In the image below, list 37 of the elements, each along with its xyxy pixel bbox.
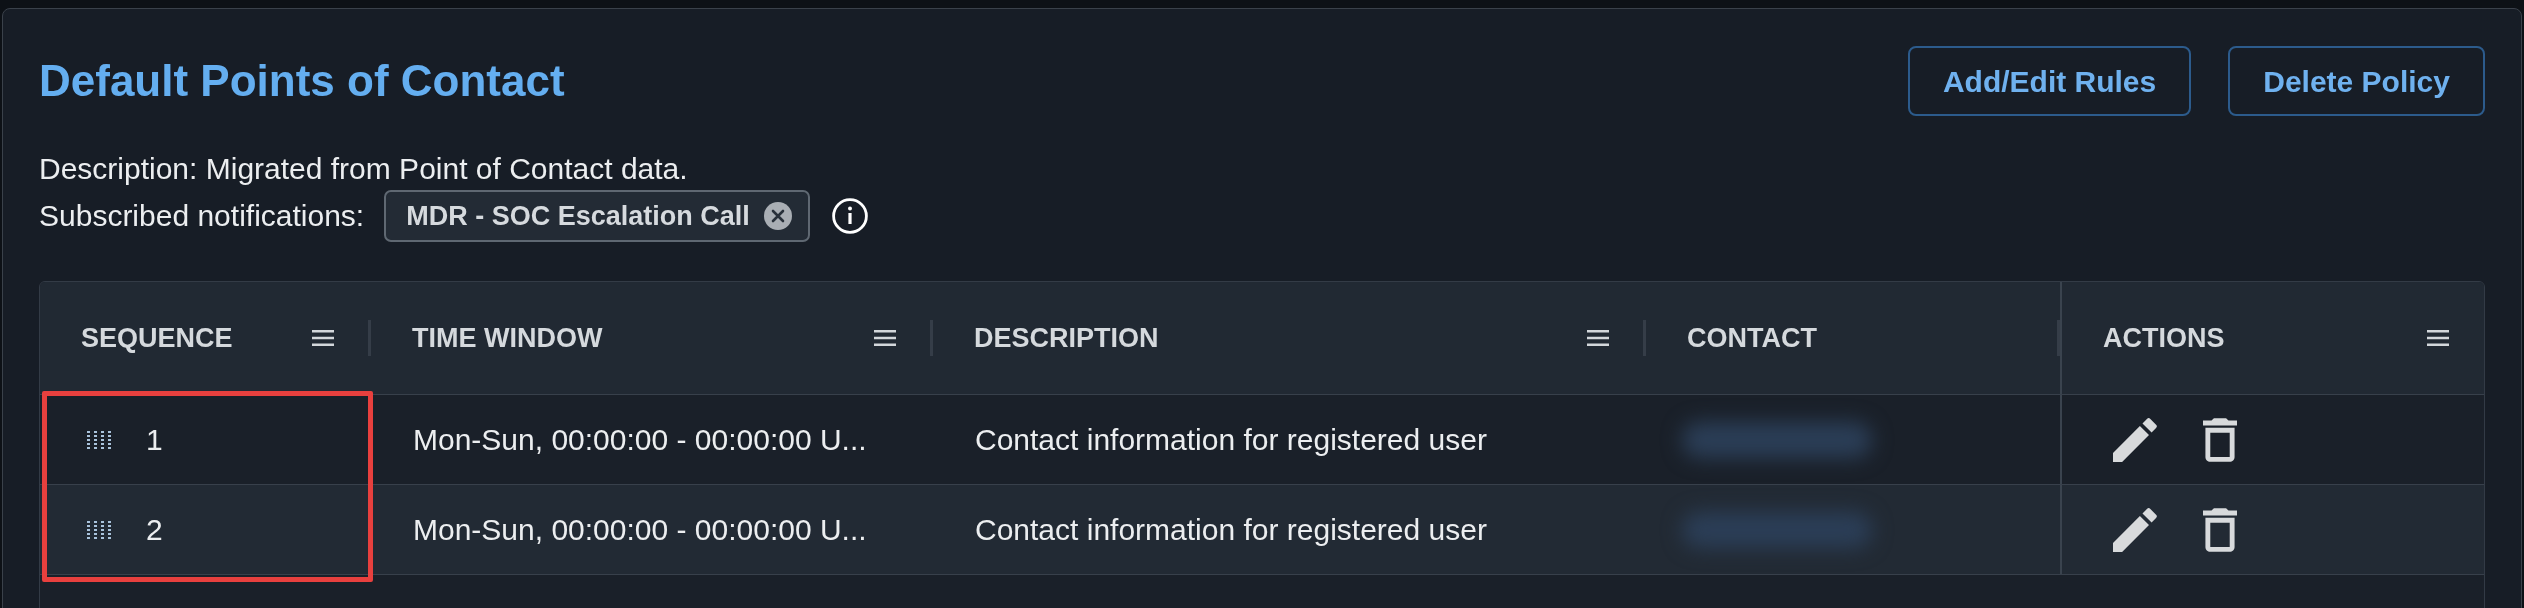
page-title: Default Points of Contact	[39, 55, 565, 107]
sequence-number: 2	[146, 512, 163, 548]
column-header[interactable]: ACTIONS	[2103, 317, 2225, 359]
outline-button[interactable]: Delete Policy	[2228, 46, 2485, 116]
column-header[interactable]: CONTACT	[1687, 317, 1817, 359]
time-window-text: Mon-Sun, 00:00:00 - 00:00:00 U...	[413, 422, 867, 458]
field-label: Subscribed notifications:	[39, 198, 365, 234]
column-menu-button[interactable]	[312, 330, 334, 346]
drag-handle-icon[interactable]	[87, 430, 111, 449]
edit-button[interactable]	[2113, 507, 2157, 552]
pencil-icon	[2113, 507, 2157, 552]
close-icon[interactable]	[763, 202, 792, 230]
trash-icon	[2203, 417, 2237, 462]
menu-icon	[2427, 330, 2449, 346]
column-menu-button[interactable]	[874, 330, 896, 346]
time-window-text: Mon-Sun, 00:00:00 - 00:00:00 U...	[413, 512, 867, 548]
outline-button[interactable]: Add/Edit Rules	[1907, 46, 2192, 116]
column-menu-button[interactable]	[2427, 330, 2449, 346]
trash-icon	[2203, 507, 2237, 552]
column-menu-button[interactable]	[1587, 330, 1609, 346]
description-text: Contact information for registered user	[975, 512, 1487, 548]
description-text: Contact information for registered user	[975, 422, 1487, 458]
chip-label: MDR - SOC Escalation Call	[406, 199, 750, 233]
menu-icon	[874, 330, 896, 346]
sequence-number: 1	[146, 422, 163, 458]
menu-icon	[312, 330, 334, 346]
pencil-icon	[2113, 417, 2157, 462]
drag-handle-icon[interactable]	[87, 520, 111, 539]
column-header[interactable]: SEQUENCE	[81, 317, 233, 359]
policy-description: Description: Migrated from Point of Contact data.	[39, 151, 689, 187]
delete-button[interactable]	[2203, 417, 2237, 462]
column-header[interactable]: DESCRIPTION	[974, 317, 1159, 359]
info-icon[interactable]	[831, 198, 868, 234]
menu-icon	[1587, 330, 1609, 346]
delete-button[interactable]	[2203, 507, 2237, 552]
column-header[interactable]: TIME WINDOW	[412, 317, 603, 359]
edit-button[interactable]	[2113, 417, 2157, 462]
